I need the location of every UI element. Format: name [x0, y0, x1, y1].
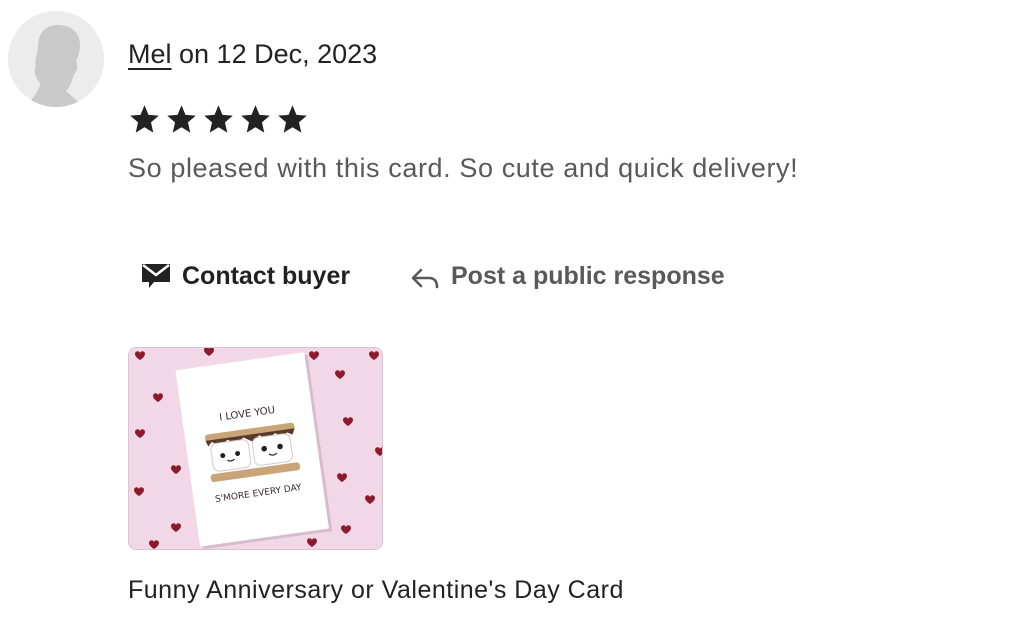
review-byline: Mel on 12 Dec, 2023 [128, 36, 377, 72]
listing-thumbnail[interactable]: I LOVE YOU S'MORE EVERY DAY [128, 347, 383, 550]
contact-buyer-label: Contact buyer [182, 261, 351, 290]
review-card: Mel on 12 Dec, 2023 So pleased with this… [0, 0, 1016, 630]
contact-buyer-button[interactable]: Contact buyer [140, 254, 350, 298]
default-profile-icon [8, 11, 104, 107]
greeting-card: I LOVE YOU S'MORE EVERY DAY [175, 352, 333, 549]
envelope-icon [140, 261, 172, 291]
review-text: So pleased with this card. So cute and q… [128, 153, 799, 183]
star-rating [128, 103, 309, 136]
star-icon [202, 103, 235, 136]
star-icon [276, 103, 309, 136]
post-public-response-label: Post a public response [451, 261, 725, 290]
reply-arrow-icon [409, 261, 441, 291]
star-icon [239, 103, 272, 136]
post-public-response-button[interactable]: Post a public response [409, 254, 725, 298]
star-icon [128, 103, 161, 136]
review-date: on 12 Dec, 2023 [171, 39, 378, 69]
star-icon [165, 103, 198, 136]
listing-title-link[interactable]: Funny Anniversary or Valentine's Day Car… [128, 572, 624, 608]
avatar[interactable] [8, 11, 104, 107]
reviewer-name-link[interactable]: Mel [128, 39, 172, 69]
